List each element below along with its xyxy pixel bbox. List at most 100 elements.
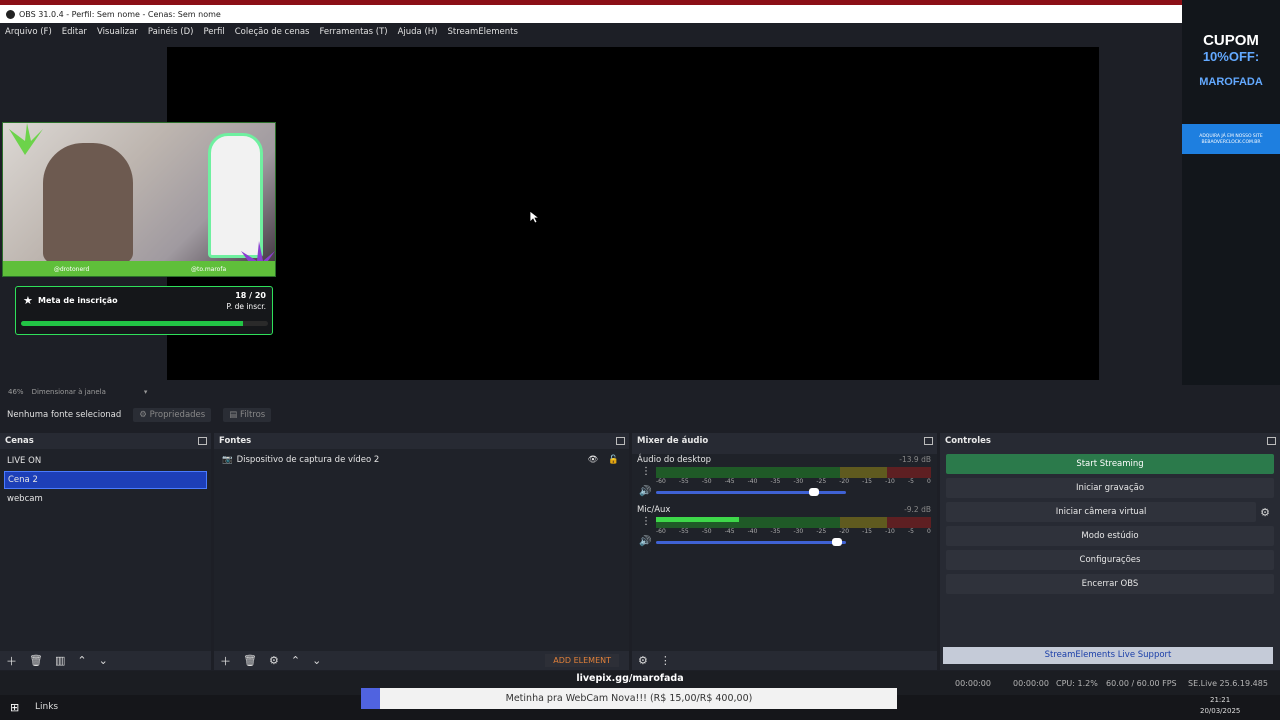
se-version: SE.Live 25.6.19.485: [1188, 679, 1268, 688]
meter-tick-label: -10: [885, 528, 895, 535]
add-icon[interactable]: ＋: [6, 653, 17, 669]
meter-tick-label: -55: [678, 478, 689, 485]
filters-button[interactable]: ▤ Filtros: [223, 408, 272, 422]
undock-icon[interactable]: [198, 436, 207, 445]
channel-db: -9.2 dB: [904, 505, 931, 514]
menu-colecao-cenas[interactable]: Coleção de cenas: [235, 27, 310, 37]
webcam-footer: @drotonerd @to.marofa: [3, 261, 275, 276]
add-icon[interactable]: ＋: [220, 653, 231, 669]
studio-mode-button[interactable]: Modo estúdio: [946, 526, 1274, 546]
volume-slider-knob[interactable]: [808, 488, 819, 496]
meter-ticks: -60 -55 -50 -45 -40 -35 -30 -25 -20 -15 -10 -5 0: [656, 478, 931, 485]
meter-tick-label: -25: [816, 478, 827, 485]
meter-tick-label: -20: [839, 528, 850, 535]
no-source-label: Nenhuma fonte selecionad: [7, 410, 122, 420]
properties-button[interactable]: ⚙ Propriedades: [133, 408, 212, 422]
meter-tick-label: -5: [907, 478, 914, 485]
kebab-icon[interactable]: ⋮: [660, 654, 671, 667]
sources-toolbar: ＋ 🗑 ⚙ ⌃ ⌄ ADD ELEMENT: [214, 651, 629, 670]
lock-icon[interactable]: 🔓: [608, 455, 619, 465]
menu-bar: Arquivo (F) Editar Visualizar Painéis (D…: [0, 24, 1182, 40]
chevron-up-icon[interactable]: ⌃: [77, 654, 86, 667]
promo-small2: BEBAOVERCLOCK.COM.BR: [1201, 140, 1261, 145]
meter-tick-label: -15: [862, 528, 872, 535]
menu-streamelements[interactable]: StreamElements: [448, 27, 518, 37]
volume-slider[interactable]: [656, 488, 846, 496]
gear-icon[interactable]: ⚙: [1260, 506, 1270, 519]
promo-site-box: ADQUIRA JÁ EM NOSSO SITE BEBAOVERCLOCK.C…: [1182, 124, 1280, 154]
chevron-down-icon[interactable]: ▾: [144, 388, 148, 396]
scene-item[interactable]: LIVE ON: [0, 451, 211, 471]
menu-paineis[interactable]: Painéis (D): [148, 27, 194, 37]
meter-tick-label: -45: [724, 478, 735, 485]
dock-header: Cenas: [0, 433, 211, 448]
gear-icon: ⚙: [139, 410, 147, 420]
meter-tick-label: -15: [862, 478, 872, 485]
menu-perfil[interactable]: Perfil: [203, 27, 224, 37]
donation-text: Metinha pra WebCam Nova!!! (R$ 15,00/R$ …: [505, 693, 753, 704]
menu-arquivo[interactable]: Arquivo (F): [5, 27, 52, 37]
meter-tick-label: -5: [907, 528, 914, 535]
menu-editar[interactable]: Editar: [62, 27, 87, 37]
menu-ajuda[interactable]: Ajuda (H): [398, 27, 438, 37]
subscription-goal-widget: ★ Meta de inscrição 18 / 20 P. de inscr.: [15, 286, 273, 335]
streamelements-support-button[interactable]: StreamElements Live Support: [943, 647, 1273, 664]
social-handle: @to.marofa: [191, 266, 227, 273]
add-element-button[interactable]: ADD ELEMENT: [545, 654, 619, 667]
start-streaming-button[interactable]: Start Streaming: [946, 454, 1274, 474]
kebab-icon[interactable]: ⋮: [641, 516, 651, 527]
taskbar-links[interactable]: Links: [35, 702, 58, 712]
channel-name: Áudio do desktop: [637, 455, 712, 465]
source-name: Dispositivo de captura de vídeo 2: [236, 455, 380, 465]
meter-tick-label: 0: [927, 478, 931, 485]
meter-tick-label: -50: [701, 478, 712, 485]
start-virtual-camera-button[interactable]: Iniciar câmera virtual: [946, 502, 1257, 522]
mixer-title: Mixer de áudio: [637, 435, 709, 446]
volume-slider[interactable]: [656, 538, 846, 546]
scene-item[interactable]: webcam: [0, 489, 211, 509]
trash-icon[interactable]: 🗑: [243, 654, 257, 667]
goal-title: Meta de inscrição: [38, 296, 118, 305]
title-bar: OBS 31.0.4 - Perfil: Sem nome - Cenas: S…: [0, 5, 1182, 23]
settings-button[interactable]: Configurações: [946, 550, 1274, 570]
meter-tick-label: -20: [839, 478, 850, 485]
trash-icon[interactable]: 🗑: [29, 654, 43, 667]
meter-tick-label: -10: [885, 478, 895, 485]
controls-buttons: Start Streaming Iniciar gravação Iniciar…: [940, 454, 1280, 598]
source-row[interactable]: 📷 Dispositivo de captura de vídeo 2 👁 🔓: [214, 449, 629, 471]
filter-icon[interactable]: ▥: [55, 654, 65, 667]
undock-icon[interactable]: [924, 436, 933, 445]
meter-tick-label: -60: [656, 478, 666, 485]
chevron-down-icon[interactable]: ⌄: [99, 654, 108, 667]
undock-icon[interactable]: [616, 436, 625, 445]
speaker-icon[interactable]: 🔊: [639, 486, 651, 497]
volume-meter: [656, 517, 931, 528]
scenes-dock: Cenas LIVE ON Cena 2 webcam ＋ 🗑 ▥ ⌃ ⌄: [0, 433, 211, 670]
windows-start-icon[interactable]: ⊞: [10, 701, 19, 714]
speaker-icon[interactable]: 🔊: [639, 536, 651, 547]
dock-header: Mixer de áudio: [632, 433, 937, 448]
exit-obs-button[interactable]: Encerrar OBS: [946, 574, 1274, 594]
goal-progress-bar: [21, 321, 268, 326]
zoom-mode[interactable]: Dimensionar à janela: [32, 388, 106, 396]
chevron-down-icon[interactable]: ⌄: [312, 654, 321, 667]
scene-item-selected[interactable]: Cena 2: [4, 471, 207, 489]
preview-canvas[interactable]: [167, 47, 1099, 380]
goal-count: 18 / 20: [235, 291, 266, 300]
menu-visualizar[interactable]: Visualizar: [97, 27, 138, 37]
kebab-icon[interactable]: ⋮: [641, 466, 651, 477]
donation-goal-bar: Metinha pra WebCam Nova!!! (R$ 15,00/R$ …: [361, 688, 897, 709]
recording-time: 00:00:00: [955, 679, 991, 688]
start-recording-button[interactable]: Iniciar gravação: [946, 478, 1274, 498]
menu-ferramentas[interactable]: Ferramentas (T): [319, 27, 387, 37]
goal-subtitle: P. de inscr.: [226, 302, 266, 311]
gear-icon[interactable]: ⚙: [269, 654, 279, 667]
volume-slider-knob[interactable]: [831, 538, 842, 546]
undock-icon[interactable]: [1267, 436, 1276, 445]
gear-icon[interactable]: ⚙: [638, 654, 648, 667]
eye-icon[interactable]: 👁: [588, 455, 599, 465]
meter-tick-label: -30: [793, 478, 804, 485]
taskbar-time: 21:21: [1210, 696, 1231, 704]
chevron-up-icon[interactable]: ⌃: [291, 654, 300, 667]
mixer-channel-desktop: Áudio do desktop -13.9 dB ⋮ -60 -55 -50 -45…: [632, 454, 937, 504]
